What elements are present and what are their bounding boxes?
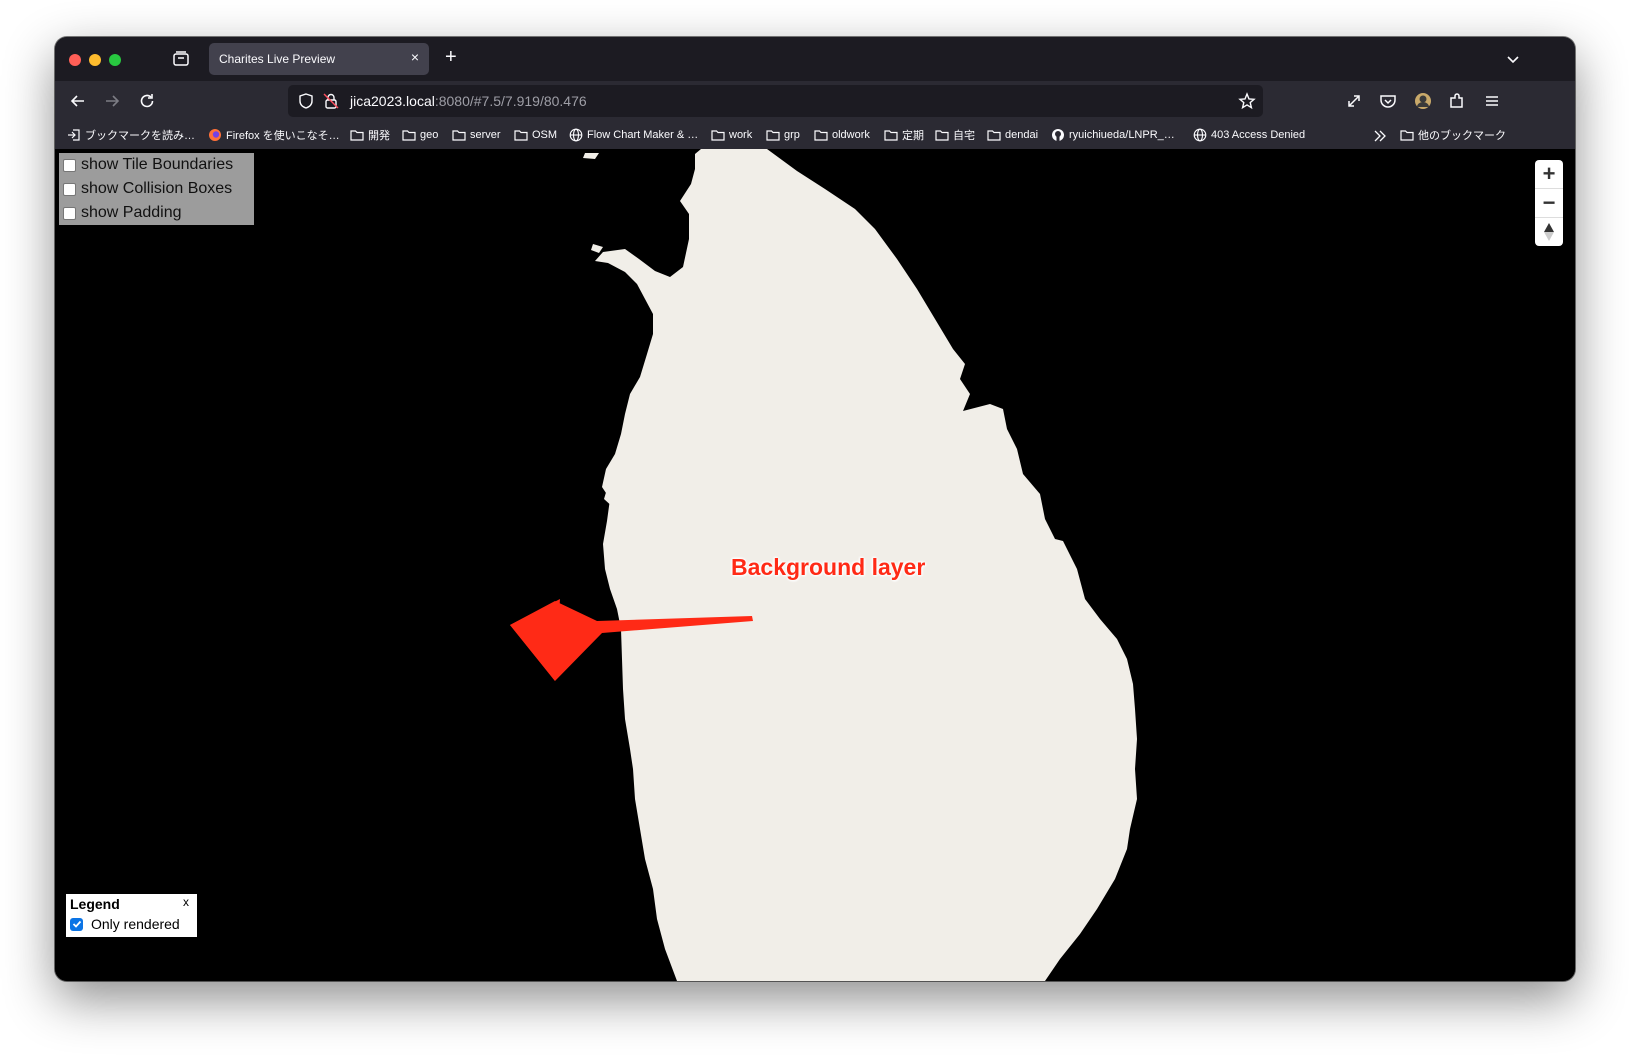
bookmark-label: oldwork (832, 129, 870, 141)
bookmark-label: ryuichiueda/LNPR_… (1069, 129, 1175, 141)
bookmark-label: work (729, 129, 753, 141)
bookmark-item[interactable]: 定期 (884, 126, 924, 144)
folder-icon (884, 130, 898, 141)
bookmark-item[interactable]: ブックマークを読み… (67, 126, 195, 144)
bookmark-item[interactable]: work (711, 126, 752, 144)
bookmark-label: OSM (532, 129, 558, 141)
tab-manager-icon[interactable] (171, 49, 191, 69)
pocket-icon[interactable] (1378, 91, 1398, 111)
insecure-lock-icon[interactable] (322, 92, 340, 110)
bookmark-item[interactable]: Firefox を使いこなそ… (208, 126, 340, 144)
back-arrow-icon[interactable] (68, 91, 88, 111)
bookmark-label: grp (784, 129, 800, 141)
folder-icon (766, 130, 780, 141)
bookmark-item[interactable]: geo (402, 126, 438, 144)
map-canvas[interactable]: show Tile Boundaries show Collision Boxe… (55, 149, 1575, 981)
url-host: jica2023.local (350, 93, 435, 109)
import-icon (68, 129, 80, 141)
chevron-down-icon[interactable] (1503, 49, 1523, 69)
tab-strip: Charites Live Preview × + (55, 37, 1575, 81)
bookmark-item[interactable]: OSM (514, 126, 557, 144)
legend-close-button[interactable]: x (183, 895, 189, 909)
folder-icon (935, 130, 949, 141)
bookmark-label: dendai (1005, 129, 1039, 141)
bookmark-item-other[interactable]: 他のブックマーク (1400, 126, 1506, 144)
folder-icon (452, 130, 466, 141)
shield-icon[interactable] (297, 92, 315, 110)
browser-window: Charites Live Preview × + jica2023.local… (55, 37, 1575, 981)
bookmark-item[interactable]: 403 Access Denied (1193, 126, 1305, 144)
window-maximize-button[interactable] (109, 54, 121, 66)
folder-icon (402, 130, 416, 141)
chevron-double-right-icon[interactable] (1373, 129, 1387, 143)
window-close-button[interactable] (69, 54, 81, 66)
bookmark-label: Flow Chart Maker & … (587, 129, 699, 141)
bookmark-label: server (470, 129, 501, 141)
folder-icon (350, 130, 364, 141)
only-rendered-checkbox[interactable] (70, 917, 83, 931)
navigation-toolbar: jica2023.local:8080/#7.5/7.919/80.476 (55, 81, 1575, 121)
bookmark-item[interactable]: grp (766, 126, 800, 144)
bookmark-item[interactable]: dendai (987, 126, 1038, 144)
bookmark-item[interactable]: server (452, 126, 501, 144)
fullscreen-icon[interactable] (1344, 91, 1364, 111)
bookmark-label: Firefox を使いこなそ… (226, 130, 340, 142)
legend-panel: Legend x Only rendered (66, 894, 197, 937)
address-bar[interactable]: jica2023.local:8080/#7.5/7.919/80.476 (288, 85, 1263, 117)
url-path: :8080/#7.5/7.919/80.476 (434, 93, 587, 109)
extensions-icon[interactable] (1447, 91, 1467, 111)
github-icon (1052, 129, 1064, 141)
folder-icon (987, 130, 1001, 141)
reload-icon[interactable] (137, 91, 157, 111)
folder-icon (514, 130, 528, 141)
bookmark-label: geo (420, 129, 439, 141)
url-text[interactable]: jica2023.local:8080/#7.5/7.919/80.476 (350, 93, 587, 109)
tab-title: Charites Live Preview (219, 52, 336, 66)
menu-hamburger-icon[interactable] (1482, 91, 1502, 111)
bookmark-item[interactable]: 開発 (350, 126, 390, 144)
globe-icon (569, 128, 583, 142)
bookmark-item[interactable]: 自宅 (935, 126, 975, 144)
only-rendered-label: Only rendered (91, 916, 180, 932)
bookmark-label: 403 Access Denied (1211, 129, 1306, 141)
annotation-label: Background layer (731, 554, 926, 580)
folder-icon (814, 130, 828, 141)
new-tab-button[interactable]: + (445, 46, 457, 69)
bookmark-label: 開発 (368, 130, 390, 142)
folder-icon (711, 130, 725, 141)
bookmark-label: ブックマークを読み… (85, 130, 195, 142)
only-rendered-toggle[interactable]: Only rendered (70, 916, 180, 932)
bookmark-item[interactable]: ryuichiueda/LNPR_… (1051, 126, 1175, 144)
bookmark-star-icon[interactable] (1238, 92, 1256, 110)
bookmark-item[interactable]: Flow Chart Maker & … (569, 126, 698, 144)
window-minimize-button[interactable] (89, 54, 101, 66)
tab-close-icon[interactable]: × (411, 49, 419, 65)
bookmarks-toolbar: ブックマークを読み… Firefox を使いこなそ… 開発 geo server… (55, 121, 1575, 149)
bookmark-label: 定期 (902, 130, 924, 142)
folder-icon (1400, 130, 1414, 141)
account-avatar-icon[interactable] (1413, 91, 1433, 111)
firefox-icon (209, 129, 221, 141)
globe-icon (1193, 128, 1207, 142)
bookmark-label: 他のブックマーク (1418, 130, 1506, 142)
bookmark-item[interactable]: oldwork (814, 126, 870, 144)
legend-title: Legend (70, 896, 120, 912)
tab-charites-live-preview[interactable]: Charites Live Preview × (209, 43, 429, 75)
check-icon (72, 920, 81, 928)
bookmark-label: 自宅 (953, 130, 975, 142)
forward-arrow-icon[interactable] (102, 91, 122, 111)
